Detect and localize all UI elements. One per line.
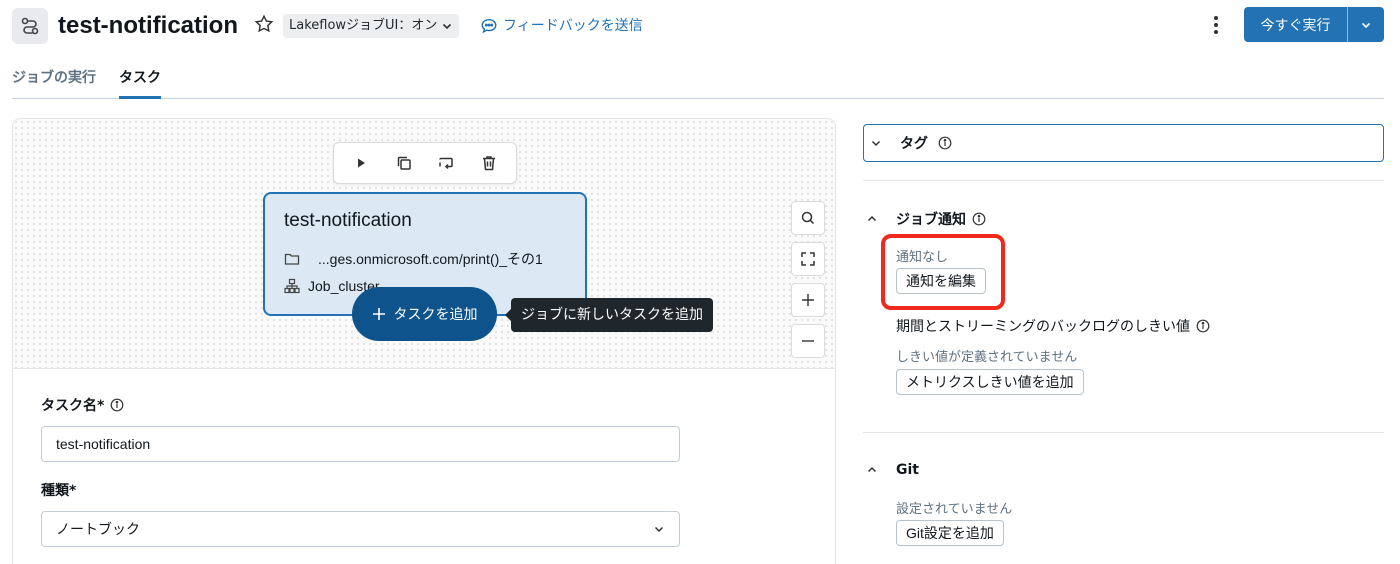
task-toolbar: [333, 142, 517, 184]
section-divider: [863, 180, 1384, 181]
run-task-icon[interactable]: [349, 151, 373, 175]
favorite-star-icon[interactable]: [253, 13, 275, 35]
job-app-icon: [12, 8, 48, 44]
git-title: Git: [896, 462, 919, 478]
workflow-icon: [21, 17, 39, 35]
plus-icon: [802, 294, 814, 306]
delete-task-icon[interactable]: [477, 151, 501, 175]
info-icon[interactable]: [1196, 319, 1210, 333]
repair-task-icon[interactable]: [434, 151, 458, 175]
info-icon[interactable]: [972, 212, 986, 226]
zoom-out-button[interactable]: [791, 324, 825, 358]
task-node-path-row: ...ges.onmicrosoft.com/print()_その1: [284, 249, 543, 269]
task-type-select[interactable]: ノートブック: [41, 511, 680, 547]
add-git-settings-button[interactable]: Git設定を追加: [896, 520, 1004, 546]
chevron-down-icon: [654, 526, 664, 533]
highlight-box: [881, 234, 1005, 310]
plus-icon: [372, 308, 385, 320]
task-node-path: ...ges.onmicrosoft.com/print()_その1: [318, 251, 543, 267]
cluster-icon: [284, 278, 300, 294]
run-options-dropdown[interactable]: [1348, 7, 1384, 42]
task-type-value: ノートブック: [56, 522, 140, 538]
add-task-button[interactable]: タスクを追加: [352, 287, 497, 341]
info-icon[interactable]: [938, 136, 952, 150]
chevron-up-icon: [867, 215, 877, 222]
chevron-down-icon: [1361, 22, 1371, 28]
add-task-tooltip: ジョブに新しいタスクを追加: [505, 298, 713, 332]
job-tabs: ジョブの実行 タスク: [12, 62, 1384, 99]
task-name-label: タスク名*: [41, 395, 124, 415]
folder-icon: [284, 253, 300, 265]
minus-icon: [802, 340, 814, 342]
dag-canvas[interactable]: test-notification ...ges.onmicrosoft.com…: [13, 119, 835, 369]
chat-bubble-icon: [481, 18, 497, 34]
git-status: 設定されていません: [896, 502, 1013, 517]
task-node-title: test-notification: [284, 210, 412, 231]
search-node-button[interactable]: [791, 201, 825, 235]
send-feedback-label: フィードバックを送信: [503, 18, 643, 34]
task-name-label-text: タスク名*: [41, 398, 105, 414]
chevron-down-icon: [871, 140, 881, 147]
add-task-label: タスクを追加: [393, 307, 478, 323]
send-feedback-link[interactable]: フィードバックを送信: [480, 14, 643, 38]
job-notifications-title: ジョブ通知: [896, 212, 966, 228]
page-title: test-notification: [58, 12, 238, 39]
lakeflow-ui-toggle[interactable]: LakeflowジョブUI：オン: [283, 14, 460, 38]
tab-tasks[interactable]: タスク: [119, 68, 161, 99]
run-now-split-button: 今すぐ実行: [1244, 7, 1384, 42]
run-now-button[interactable]: 今すぐ実行: [1244, 7, 1348, 42]
job-notifications-header[interactable]: ジョブ通知: [866, 209, 986, 229]
fit-screen-icon: [801, 252, 815, 266]
lakeflow-ui-label: LakeflowジョブUI：オン: [289, 18, 438, 33]
more-options-icon[interactable]: [1205, 12, 1227, 38]
info-icon[interactable]: [110, 398, 124, 412]
threshold-status: しきい値が定義されていません: [896, 350, 1078, 365]
git-section-header[interactable]: Git: [866, 462, 919, 478]
type-label-text: 種類*: [41, 483, 77, 499]
task-name-input[interactable]: [41, 426, 680, 462]
threshold-label: 期間とストリーミングのバックログのしきい値: [896, 316, 1210, 336]
add-metric-threshold-button[interactable]: メトリクスしきい値を追加: [896, 369, 1084, 395]
fit-view-button[interactable]: [791, 242, 825, 276]
tab-job-runs[interactable]: ジョブの実行: [12, 68, 96, 99]
chevron-up-icon: [867, 466, 877, 473]
chevron-down-icon: [443, 23, 452, 30]
section-divider: [863, 432, 1384, 433]
zoom-in-button[interactable]: [791, 283, 825, 317]
task-editor-panel: test-notification ...ges.onmicrosoft.com…: [12, 118, 836, 564]
threshold-label-text: 期間とストリーミングのバックログのしきい値: [896, 319, 1190, 335]
clone-task-icon[interactable]: [392, 151, 416, 175]
tags-title: タグ: [900, 136, 928, 152]
type-label: 種類*: [41, 480, 76, 500]
tags-section-header[interactable]: タグ: [863, 124, 1384, 162]
search-icon: [801, 211, 815, 225]
